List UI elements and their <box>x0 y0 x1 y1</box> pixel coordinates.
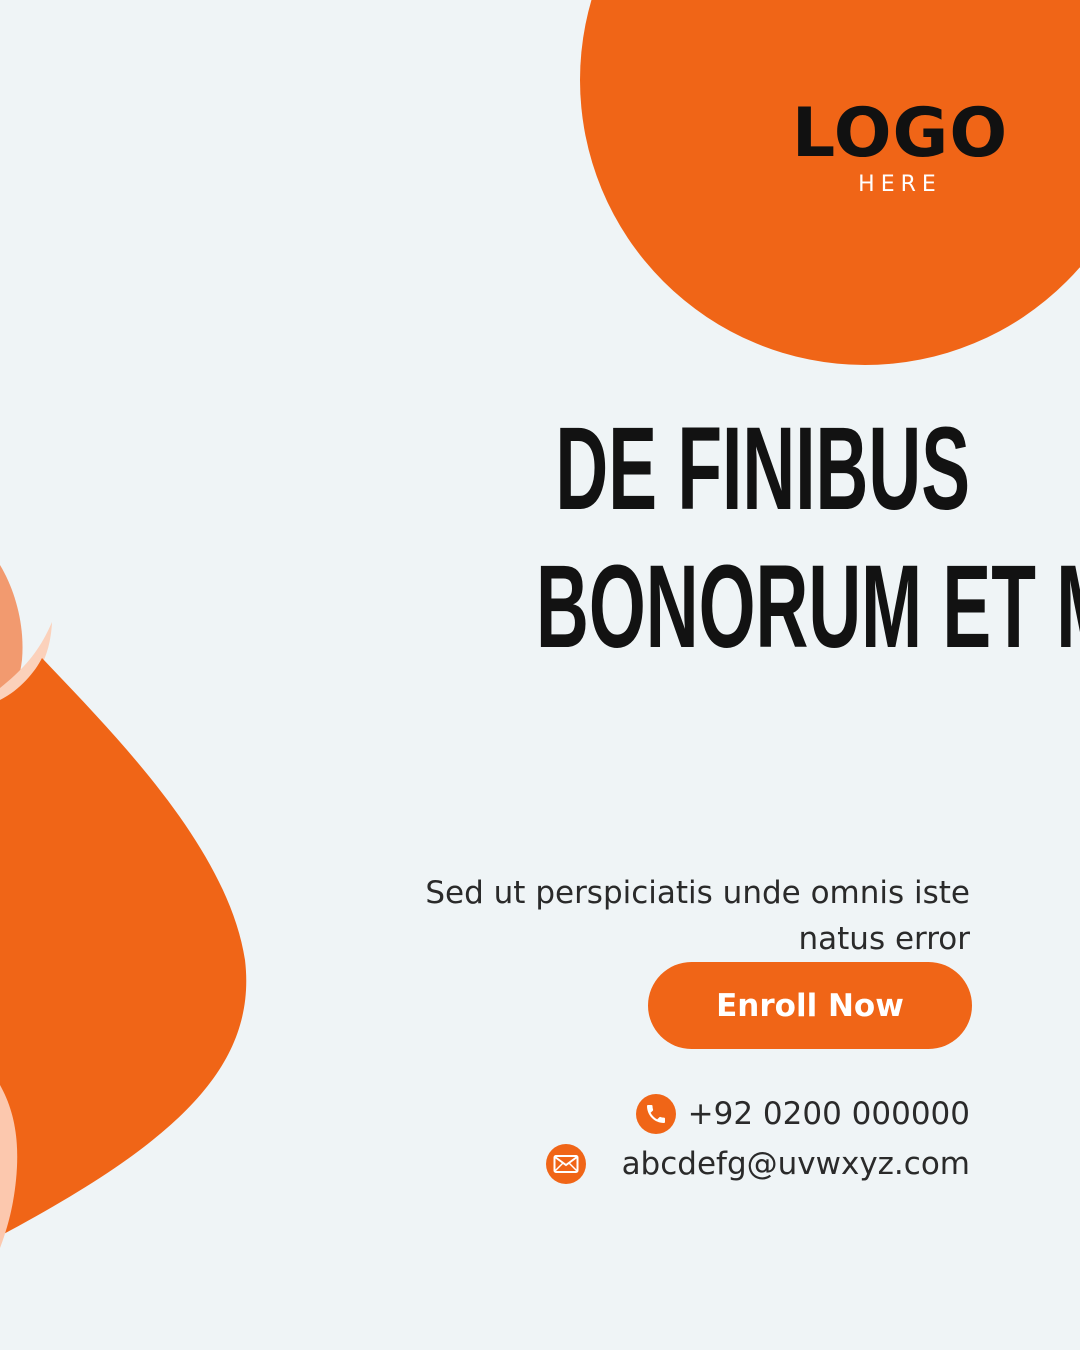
logo: LOGO HERE <box>780 94 1020 198</box>
phone-contact[interactable]: +92 0200 000000 <box>635 1094 970 1134</box>
email-address: abcdefg@uvwxyz.com <box>621 1146 970 1182</box>
envelope-icon <box>545 1144 586 1184</box>
body-text: Sed ut perspiciatis unde omnis iste natu… <box>425 875 970 957</box>
email-contact[interactable]: abcdefg@uvwxyz.com <box>545 1144 970 1184</box>
logo-wordmark: LOGO <box>791 94 1009 173</box>
logo-subtitle: HERE <box>858 172 942 197</box>
enroll-now-button[interactable]: Enroll Now <box>648 962 972 1049</box>
headline: DE FINIBUS BONORUM ET M <box>536 400 1080 676</box>
left-orange-wave <box>0 658 247 1236</box>
headline-line-1: DE FINIBUS <box>555 403 970 535</box>
phone-icon <box>635 1094 676 1134</box>
phone-number: +92 0200 000000 <box>687 1096 970 1132</box>
headline-line-2: BONORUM ET M <box>536 541 1080 673</box>
